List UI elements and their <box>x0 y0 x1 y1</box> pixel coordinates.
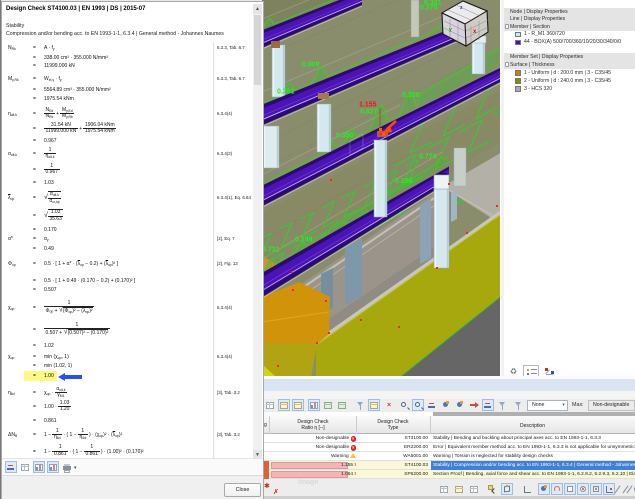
svg-text:0.350: 0.350 <box>336 133 354 140</box>
svg-text:0.827: 0.827 <box>360 109 378 116</box>
svg-text:0.731: 0.731 <box>262 247 280 254</box>
svg-text:1.155: 1.155 <box>359 102 377 109</box>
svg-text:y: y <box>449 27 452 33</box>
svg-text:0.774: 0.774 <box>419 154 437 161</box>
svg-text:0.351: 0.351 <box>277 89 295 96</box>
svg-text:0.350: 0.350 <box>402 92 420 99</box>
svg-text:0.270: 0.270 <box>420 5 438 12</box>
svg-text:0.909: 0.909 <box>302 62 320 69</box>
svg-text:0.296: 0.296 <box>395 178 413 185</box>
svg-text:0.249: 0.249 <box>295 237 313 244</box>
